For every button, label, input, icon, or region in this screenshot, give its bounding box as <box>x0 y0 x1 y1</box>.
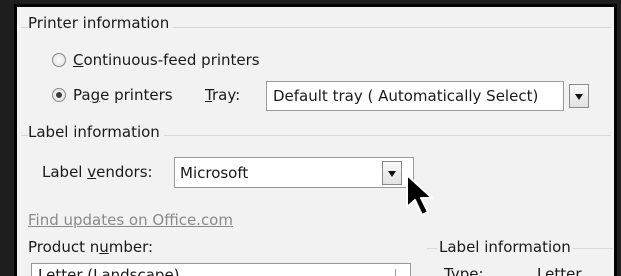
list-scrollbar-edge <box>395 269 396 276</box>
product-number-list[interactable]: Letter (Landscape) <box>31 263 411 276</box>
find-updates-link[interactable]: Find updates on Office.com <box>28 211 233 229</box>
product-number-mnemonic: u <box>99 238 109 256</box>
continuous-feed-text: ontinuous-feed printers <box>83 51 260 69</box>
page-printers-radio[interactable] <box>52 88 66 102</box>
right-group-rule-right <box>573 248 613 249</box>
page-printers-label[interactable]: Page printers <box>73 86 173 104</box>
tray-label: Tray: <box>205 86 241 104</box>
right-group-rule-left <box>427 248 437 249</box>
label-info-right-heading: Label information <box>439 238 571 256</box>
continuous-feed-radio[interactable] <box>52 53 66 67</box>
tray-select[interactable]: Default tray ( Automatically Select) <box>266 81 564 111</box>
continuous-feed-label[interactable]: Continuous-feed printers <box>73 51 260 69</box>
tray-mnemonic: T <box>205 86 212 104</box>
chevron-down-icon <box>388 171 396 177</box>
label-vendors-dropdown-button[interactable] <box>382 161 402 185</box>
type-label: Type: <box>444 265 484 276</box>
chevron-down-icon <box>575 94 583 100</box>
label-info-heading: Label information <box>28 123 164 141</box>
radio-selected-dot <box>56 92 62 98</box>
vendors-mnemonic: v <box>87 163 97 181</box>
type-value: Letter <box>537 265 582 276</box>
tray-value: Default tray ( Automatically Select) <box>273 87 539 105</box>
page-printers-mnemonic: g <box>90 86 101 104</box>
label-vendors-value: Microsoft <box>180 164 249 182</box>
mouse-pointer-icon <box>406 174 433 216</box>
printer-info-heading: Printer information <box>28 14 174 32</box>
product-number-selected: Letter (Landscape) <box>38 266 180 276</box>
label-vendors-label: Label vendors: <box>42 163 153 181</box>
tray-dropdown-button[interactable] <box>569 84 589 108</box>
product-number-label: Product number: <box>28 238 154 256</box>
envelopes-labels-options-dialog: Printer information Continuous-feed prin… <box>14 4 617 276</box>
continuous-feed-mnemonic: C <box>73 51 84 69</box>
label-vendors-select[interactable]: Microsoft <box>174 157 414 188</box>
